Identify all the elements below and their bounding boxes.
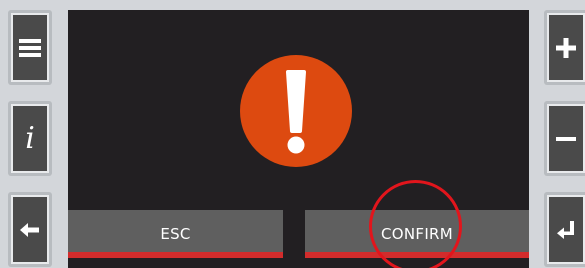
- minus-icon: [556, 136, 576, 141]
- info-icon: i: [25, 120, 35, 156]
- display-screen: ESC CONFIRM: [68, 10, 529, 268]
- exclamation-alert-icon: [286, 70, 306, 154]
- minus-key[interactable]: [544, 101, 585, 176]
- arrow-left-icon: [20, 222, 39, 237]
- esc-button[interactable]: ESC: [68, 210, 283, 258]
- plus-key[interactable]: [544, 10, 585, 85]
- hamburger-menu-icon: [19, 38, 41, 57]
- alert-badge: [240, 55, 352, 167]
- enter-key[interactable]: [544, 192, 585, 267]
- enter-return-icon: [557, 220, 574, 239]
- info-key[interactable]: i: [8, 101, 52, 176]
- menu-key[interactable]: [8, 10, 52, 85]
- device-panel: i ESC CONFIRM: [0, 0, 585, 268]
- confirm-button-label: CONFIRM: [380, 225, 454, 243]
- plus-icon: [556, 37, 576, 58]
- esc-button-label: ESC: [160, 225, 191, 243]
- confirm-button[interactable]: CONFIRM: [305, 210, 529, 258]
- back-key[interactable]: [8, 192, 52, 267]
